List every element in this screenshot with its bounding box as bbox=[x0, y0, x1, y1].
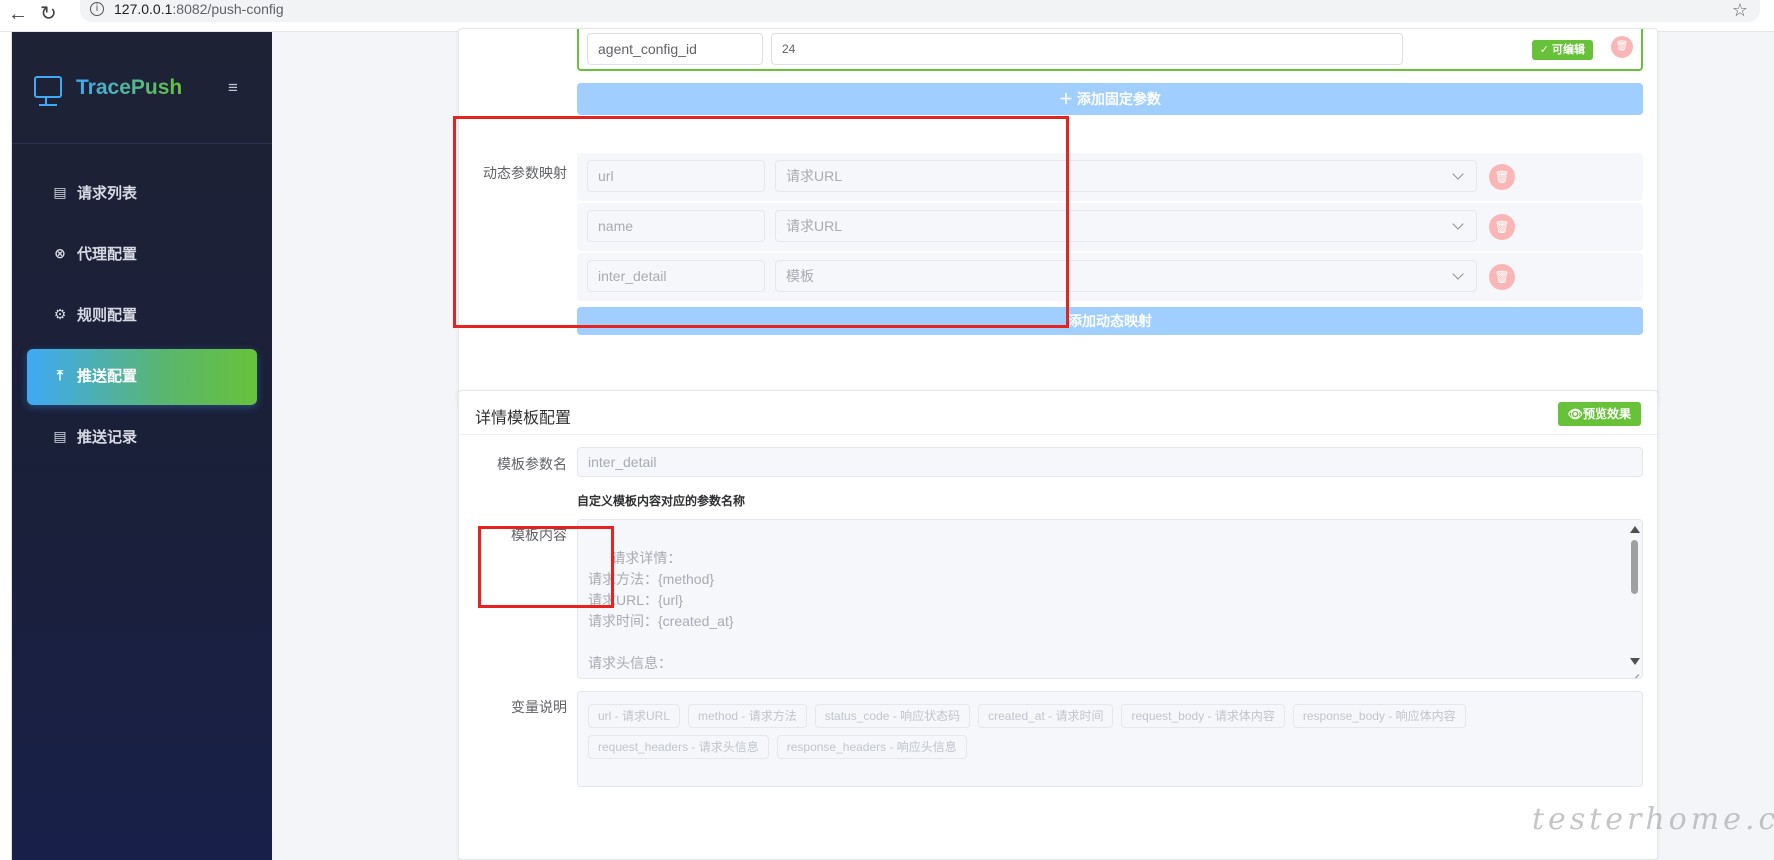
watermark: testerhome.com bbox=[1532, 802, 1774, 837]
dynamic-param-row: url 请求URL 🗑 bbox=[577, 153, 1643, 201]
variable-tag: method - 请求方法 bbox=[688, 704, 807, 728]
delete-fixed-param-button[interactable]: 🗑 bbox=[1611, 36, 1633, 58]
variable-tag: status_code - 响应状态码 bbox=[814, 704, 971, 728]
scroll-up-arrow-icon[interactable] bbox=[1630, 526, 1640, 533]
dynamic-param-source-select[interactable]: 请求URL bbox=[775, 210, 1477, 242]
variable-tag: created_at - 请求时间 bbox=[978, 704, 1114, 728]
select-value: 模板 bbox=[786, 268, 814, 284]
delete-dynamic-param-button[interactable]: 🗑 bbox=[1489, 264, 1515, 290]
variable-tag: url - 请求URL bbox=[588, 704, 681, 728]
sidebar-item-label: 代理配置 bbox=[77, 246, 138, 263]
reload-icon[interactable]: ↻ bbox=[40, 4, 57, 24]
upload-icon: ⤒ bbox=[56, 368, 64, 384]
trash-icon: 🗑 bbox=[1494, 170, 1510, 184]
sidebar-item-push-config[interactable]: ⤒ 推送配置 bbox=[27, 349, 257, 405]
variable-tag-list: url - 请求URL method - 请求方法 status_code - … bbox=[588, 704, 1628, 759]
sidebar-item-proxy-config[interactable]: ⊗ 代理配置 bbox=[27, 227, 257, 283]
bookmark-star-icon[interactable]: ☆ bbox=[1732, 0, 1748, 21]
variables-label: 变量说明 bbox=[511, 699, 567, 715]
editable-tag[interactable]: ✓ 可编辑 bbox=[1531, 40, 1593, 60]
template-param-label: 模板参数名 bbox=[497, 456, 567, 472]
variable-tag: response_body - 响应体内容 bbox=[1292, 704, 1466, 728]
chevron-down-icon bbox=[1452, 218, 1464, 230]
address-bar[interactable]: i 127.0.0.1:8082/push-config bbox=[80, 0, 1760, 22]
trash-icon: 🗑 bbox=[1494, 220, 1510, 234]
brand: TracePush ≡ bbox=[12, 32, 272, 144]
sidebar-item-push-records[interactable]: ▤ 推送记录 bbox=[27, 410, 257, 466]
add-fixed-param-button[interactable]: ＋ 添加固定参数 bbox=[577, 83, 1643, 115]
variable-tag: request_body - 请求体内容 bbox=[1121, 704, 1285, 728]
dynamic-param-name-input[interactable]: inter_detail bbox=[587, 260, 765, 292]
menu-toggle-icon[interactable]: ≡ bbox=[228, 78, 238, 98]
dynamic-params-label: 动态参数映射 bbox=[483, 165, 567, 181]
template-param-input[interactable]: inter_detail bbox=[577, 447, 1643, 477]
chevron-down-icon bbox=[1452, 168, 1464, 180]
dynamic-param-name-input[interactable]: url bbox=[587, 160, 765, 192]
fixed-param-key-input[interactable]: agent_config_id bbox=[587, 33, 763, 65]
scroll-down-arrow-icon[interactable] bbox=[1630, 658, 1640, 665]
app-page: TracePush ≡ ▤ 请求列表 ⊗ 代理配置 ⚙ 规则配置 ⤒ 推送配置 … bbox=[0, 28, 1774, 860]
sidebar-item-label: 规则配置 bbox=[77, 307, 138, 324]
template-content-text: 请求详情： 请求方法：{method} 请求URL：{url} 请求时间：{cr… bbox=[588, 550, 734, 678]
url-text[interactable]: 127.0.0.1:8082/push-config bbox=[114, 1, 284, 17]
preview-button[interactable]: 👁预览效果 bbox=[1557, 402, 1641, 426]
variables-box: url - 请求URL method - 请求方法 status_code - … bbox=[577, 691, 1643, 787]
sidebar-item-rule-config[interactable]: ⚙ 规则配置 bbox=[27, 288, 257, 344]
params-card: agent_config_id 24 ✓ 可编辑 🗑 ＋ 添加固定参数 动态参数… bbox=[458, 28, 1658, 406]
variable-tag: request_headers - 请求头信息 bbox=[588, 735, 769, 759]
resize-handle-icon[interactable] bbox=[1629, 665, 1641, 677]
dynamic-param-row: inter_detail 模板 🗑 bbox=[577, 253, 1643, 301]
back-icon[interactable]: ← bbox=[8, 4, 28, 24]
sidebar: TracePush ≡ ▤ 请求列表 ⊗ 代理配置 ⚙ 规则配置 ⤒ 推送配置 … bbox=[12, 32, 272, 860]
template-config-card: 详情模板配置 👁预览效果 模板参数名 inter_detail 自定义模板内容对… bbox=[458, 390, 1658, 860]
url-path: :8082/push-config bbox=[172, 1, 284, 17]
scrollbar-thumb[interactable] bbox=[1631, 540, 1638, 594]
template-param-hint: 自定义模板内容对应的参数名称 bbox=[577, 494, 746, 508]
chevron-down-icon bbox=[1452, 268, 1464, 280]
scrollbar[interactable] bbox=[1628, 522, 1640, 672]
add-dynamic-mapping-button[interactable]: 添加动态映射 bbox=[577, 307, 1643, 335]
dynamic-param-row: name 请求URL 🗑 bbox=[577, 203, 1643, 251]
brand-title: TracePush bbox=[76, 76, 183, 99]
select-value: 请求URL bbox=[786, 168, 843, 184]
clipboard-icon: ▤ bbox=[53, 185, 67, 201]
sidebar-menu: ▤ 请求列表 ⊗ 代理配置 ⚙ 规则配置 ⤒ 推送配置 ▤ 推送记录 bbox=[27, 166, 257, 471]
sidebar-item-label: 推送记录 bbox=[77, 429, 138, 446]
link-icon: ⊗ bbox=[54, 246, 66, 262]
site-info-icon[interactable]: i bbox=[90, 2, 104, 16]
dynamic-param-source-select[interactable]: 模板 bbox=[775, 260, 1477, 292]
card-title: 详情模板配置 bbox=[475, 410, 572, 427]
sidebar-item-label: 请求列表 bbox=[77, 185, 138, 202]
template-content-textarea[interactable]: 请求详情： 请求方法：{method} 请求URL：{url} 请求时间：{cr… bbox=[577, 519, 1643, 679]
sidebar-item-label: 推送配置 bbox=[77, 368, 138, 385]
trash-icon: 🗑 bbox=[1494, 270, 1510, 284]
delete-dynamic-param-button[interactable]: 🗑 bbox=[1489, 164, 1515, 190]
card-header: 详情模板配置 👁预览效果 bbox=[459, 391, 1657, 435]
fixed-param-value-input[interactable]: 24 bbox=[771, 33, 1403, 65]
url-host: 127.0.0.1 bbox=[114, 1, 173, 17]
dynamic-param-name-input[interactable]: name bbox=[587, 210, 765, 242]
select-value: 请求URL bbox=[786, 218, 843, 234]
dynamic-param-source-select[interactable]: 请求URL bbox=[775, 160, 1477, 192]
delete-dynamic-param-button[interactable]: 🗑 bbox=[1489, 214, 1515, 240]
clipboard-icon: ▤ bbox=[53, 429, 67, 445]
template-content-label: 模板内容 bbox=[511, 527, 567, 543]
monitor-icon bbox=[34, 76, 62, 106]
variable-tag: response_headers - 响应头信息 bbox=[776, 735, 967, 759]
sidebar-item-request-list[interactable]: ▤ 请求列表 bbox=[27, 166, 257, 222]
gear-icon: ⚙ bbox=[53, 307, 67, 323]
trash-icon: 🗑 bbox=[1615, 41, 1629, 52]
window-edge bbox=[0, 32, 12, 860]
fixed-param-row: agent_config_id 24 ✓ 可编辑 🗑 bbox=[577, 29, 1643, 71]
